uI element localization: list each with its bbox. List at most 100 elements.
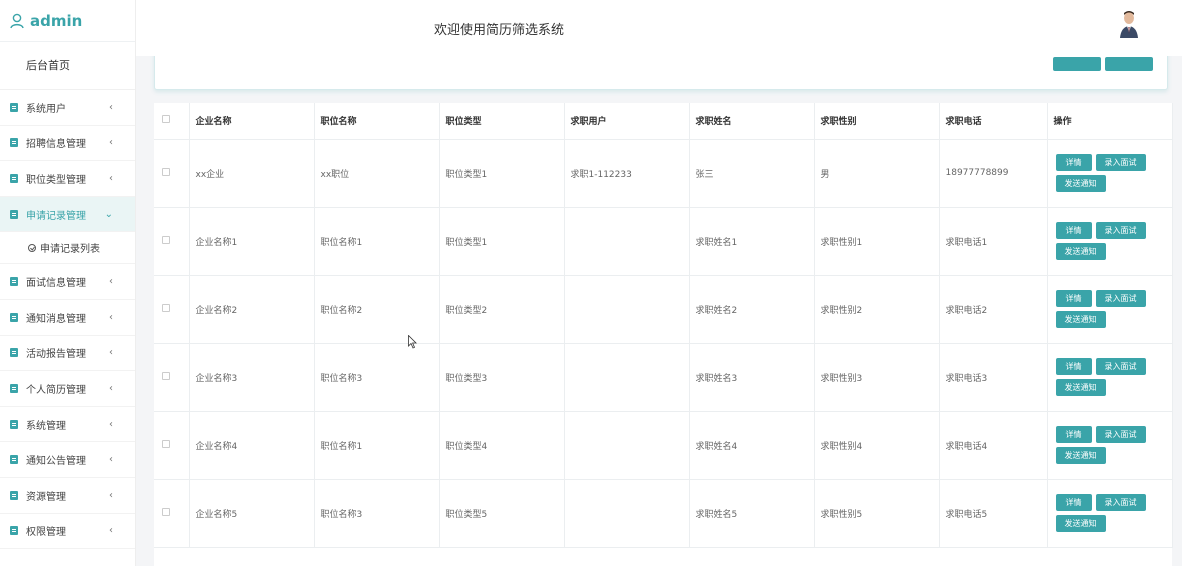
chevron-left-icon: ‹ — [109, 525, 113, 537]
table-cell: 企业名称2 — [189, 275, 315, 344]
table-cell: 男 — [814, 139, 940, 208]
sidebar-item-permissions[interactable]: 权限管理 ‹ — [0, 514, 135, 550]
table-cell: 职位类型1 — [439, 207, 565, 276]
actions-cell: 详情 录入面试发送通知 — [1047, 411, 1173, 480]
document-icon — [10, 138, 18, 148]
send-notice-button[interactable]: 发送通知 — [1055, 447, 1106, 464]
sidebar: admin 后台首页 系统用户 ‹ 招聘信息管理 ‹ 职位类型管理 ‹ 申请记录… — [0, 0, 136, 566]
table-cell: 职位类型3 — [439, 343, 565, 412]
chevron-left-icon: ‹ — [109, 418, 113, 430]
detail-button[interactable]: 详情 — [1055, 358, 1092, 375]
user-icon — [10, 13, 24, 28]
row-select-cell — [154, 139, 190, 208]
search-button[interactable] — [1053, 57, 1101, 71]
table-row: 企业名称1 职位名称1 职位类型1 求职姓名1 求职性别1 求职电话1 详情 录入… — [154, 207, 1173, 276]
sidebar-item-resumes[interactable]: 个人简历管理 ‹ — [0, 371, 135, 407]
chevron-left-icon: ‹ — [109, 311, 113, 323]
chevron-left-icon: ‹ — [109, 276, 113, 288]
table-cell: 18977778899 — [939, 139, 1048, 208]
row-checkbox[interactable] — [162, 507, 170, 516]
select-all-checkbox[interactable] — [162, 115, 170, 124]
table-cell: 职位类型2 — [439, 275, 565, 344]
sidebar-item-system[interactable]: 系统管理 ‹ — [0, 407, 135, 443]
enter-interview-button[interactable]: 录入面试 — [1095, 154, 1146, 171]
row-select-cell — [154, 275, 190, 344]
detail-button[interactable]: 详情 — [1055, 290, 1092, 307]
sidebar-item-recruitment[interactable]: 招聘信息管理 ‹ — [0, 126, 135, 162]
page-title: 欢迎使用简历筛选系统 — [434, 23, 565, 38]
document-icon — [10, 455, 18, 465]
chevron-left-icon: ‹ — [109, 489, 113, 501]
add-button[interactable] — [1105, 57, 1153, 71]
enter-interview-button[interactable]: 录入面试 — [1095, 222, 1146, 239]
sidebar-item-label: 资源管理 — [26, 491, 66, 503]
document-icon — [10, 173, 18, 183]
select-all-cell — [154, 103, 190, 140]
sidebar-item-reports[interactable]: 活动报告管理 ‹ — [0, 336, 135, 372]
table-row: 企业名称4 职位名称1 职位类型4 求职姓名4 求职性别4 求职电话4 详情 录入… — [154, 411, 1173, 480]
detail-button[interactable]: 详情 — [1055, 154, 1092, 171]
send-notice-button[interactable]: 发送通知 — [1055, 243, 1106, 260]
actions-cell: 详情 录入面试发送通知 — [1047, 207, 1173, 276]
send-notice-button[interactable]: 发送通知 — [1055, 515, 1106, 532]
table-cell: 求职电话2 — [939, 275, 1048, 344]
chevron-left-icon: ‹ — [109, 172, 113, 184]
document-icon — [10, 383, 18, 393]
top-header: 欢迎使用简历筛选系统 — [136, 0, 1182, 56]
table-cell: 职位名称2 — [314, 275, 440, 344]
row-checkbox[interactable] — [162, 303, 170, 312]
table-cell — [564, 275, 690, 344]
enter-interview-button[interactable]: 录入面试 — [1095, 290, 1146, 307]
table-cell: 求职电话3 — [939, 343, 1048, 412]
sidebar-item-messages[interactable]: 通知消息管理 ‹ — [0, 300, 135, 336]
row-checkbox[interactable] — [162, 235, 170, 244]
sidebar-item-home[interactable]: 后台首页 — [0, 42, 135, 90]
sidebar-item-label: 权限管理 — [26, 527, 66, 539]
document-icon — [10, 102, 18, 112]
sidebar-item-label: 招聘信息管理 — [26, 139, 86, 151]
table-cell: 张三 — [689, 139, 815, 208]
document-icon — [10, 209, 18, 219]
table-cell: 职位名称3 — [314, 479, 440, 548]
chevron-left-icon: ‹ — [109, 137, 113, 149]
column-header: 职位名称 — [314, 103, 440, 140]
sidebar-subitem-application-list[interactable]: 申请记录列表 — [0, 232, 135, 265]
table-cell — [564, 411, 690, 480]
sidebar-item-interviews[interactable]: 面试信息管理 ‹ — [0, 264, 135, 300]
send-notice-button[interactable]: 发送通知 — [1055, 175, 1106, 192]
avatar[interactable] — [1118, 10, 1140, 38]
detail-button[interactable]: 详情 — [1055, 426, 1092, 443]
table-cell: 求职1-112233 — [564, 139, 690, 208]
sidebar-item-resources[interactable]: 资源管理 ‹ — [0, 478, 135, 514]
document-icon — [10, 419, 18, 429]
actions-cell: 详情 录入面试发送通知 — [1047, 139, 1173, 208]
column-header: 求职电话 — [939, 103, 1048, 140]
table-cell: 求职性别5 — [814, 479, 940, 548]
table-cell: 求职电话5 — [939, 479, 1048, 548]
row-checkbox[interactable] — [162, 371, 170, 380]
sidebar-item-announcements[interactable]: 通知公告管理 ‹ — [0, 442, 135, 478]
brand[interactable]: admin — [0, 0, 135, 42]
enter-interview-button[interactable]: 录入面试 — [1095, 494, 1146, 511]
sidebar-item-applications[interactable]: 申请记录管理 ⌄ — [0, 196, 135, 233]
send-notice-button[interactable]: 发送通知 — [1055, 379, 1106, 396]
column-header: 操作 — [1047, 103, 1173, 140]
enter-interview-button[interactable]: 录入面试 — [1095, 426, 1146, 443]
column-header: 企业名称 — [189, 103, 315, 140]
document-icon — [10, 526, 18, 536]
row-checkbox[interactable] — [162, 167, 170, 176]
sidebar-item-label: 面试信息管理 — [26, 278, 86, 290]
sidebar-item-job-types[interactable]: 职位类型管理 ‹ — [0, 161, 135, 197]
row-checkbox[interactable] — [162, 439, 170, 448]
table-cell: 企业名称4 — [189, 411, 315, 480]
chevron-left-icon: ‹ — [109, 454, 113, 466]
detail-button[interactable]: 详情 — [1055, 494, 1092, 511]
sidebar-item-label: 职位类型管理 — [26, 174, 86, 186]
sidebar-item-system-users[interactable]: 系统用户 ‹ — [0, 90, 135, 126]
detail-button[interactable]: 详情 — [1055, 222, 1092, 239]
table-row: 企业名称2 职位名称2 职位类型2 求职姓名2 求职性别2 求职电话2 详情 录入… — [154, 275, 1173, 344]
actions-cell: 详情 录入面试发送通知 — [1047, 343, 1173, 412]
send-notice-button[interactable]: 发送通知 — [1055, 311, 1106, 328]
sidebar-item-label: 申请记录管理 — [26, 210, 86, 222]
enter-interview-button[interactable]: 录入面试 — [1095, 358, 1146, 375]
